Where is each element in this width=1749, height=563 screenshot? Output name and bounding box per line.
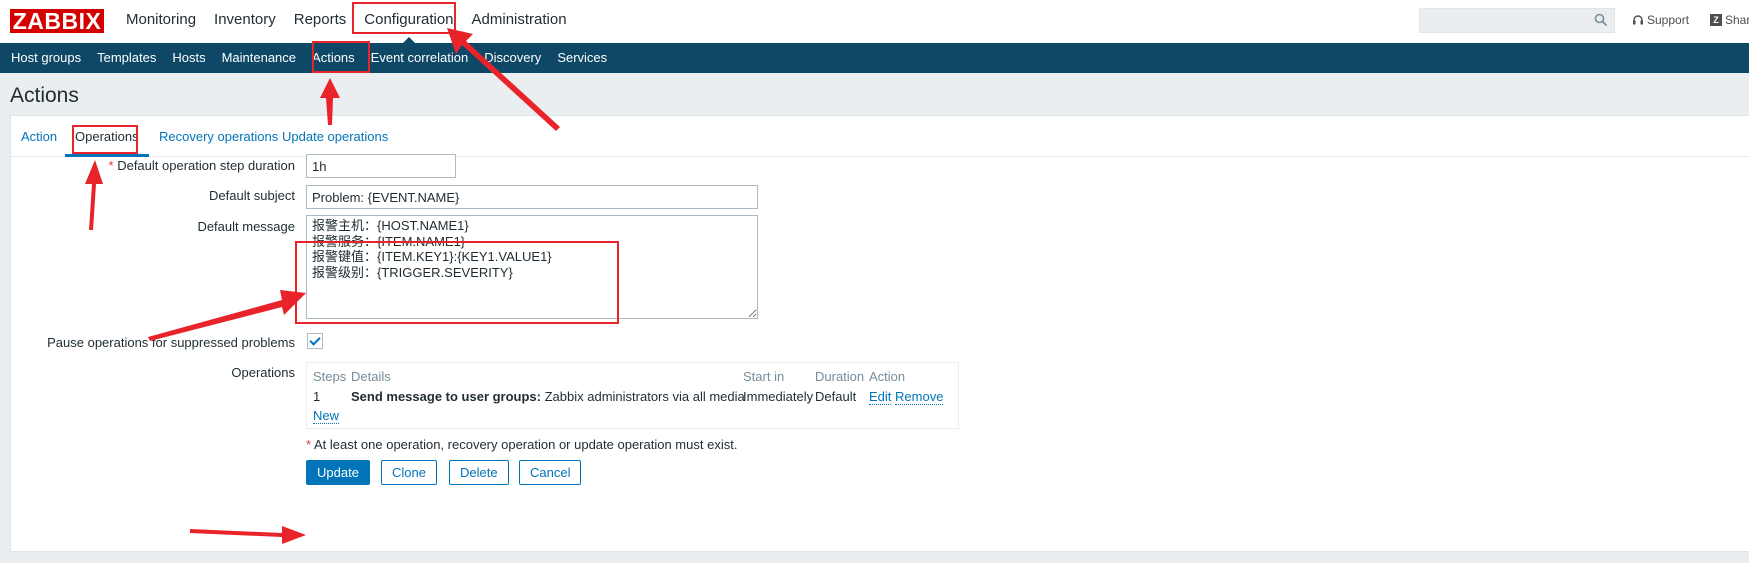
submenu-actions[interactable]: Actions — [304, 43, 363, 73]
op-edit-link[interactable]: Edit — [869, 389, 892, 405]
share-label: Share — [1725, 13, 1749, 27]
menu-monitoring[interactable]: Monitoring — [117, 0, 205, 43]
update-button[interactable]: Update — [306, 460, 370, 485]
step-duration-input[interactable] — [306, 154, 456, 178]
operations-warning: * At least one operation, recovery opera… — [306, 437, 737, 452]
top-nav: ZABBIX Monitoring Inventory Reports Conf… — [0, 0, 1749, 44]
submenu-discovery[interactable]: Discovery — [476, 43, 549, 73]
default-message-label: Default message — [197, 219, 295, 234]
warning-text: At least one operation, recovery operati… — [311, 437, 738, 452]
menu-configuration[interactable]: Configuration — [355, 0, 462, 44]
submenu-event-correlation[interactable]: Event correlation — [363, 43, 477, 73]
tab-action[interactable]: Action — [11, 116, 67, 157]
support-link[interactable]: Support — [1632, 13, 1689, 27]
op-details: Send message to user groups: Zabbix admi… — [351, 389, 745, 404]
op-remove-link[interactable]: Remove — [895, 389, 944, 405]
headset-icon — [1633, 15, 1643, 25]
new-operation: New — [313, 408, 340, 424]
op-step: 1 — [313, 389, 321, 404]
step-duration-label-text: Default operation step duration — [117, 158, 295, 173]
col-duration: Duration — [815, 369, 865, 384]
submenu-templates[interactable]: Templates — [89, 43, 164, 73]
share-link[interactable]: Z Share — [1710, 13, 1749, 27]
op-details-rest: Zabbix administrators via all media — [541, 389, 745, 404]
tab-update-operations[interactable]: Update operations — [272, 116, 398, 157]
search-icon[interactable] — [1594, 13, 1608, 27]
operations-table: Steps Details Start in Duration Action 1… — [306, 362, 959, 429]
op-actions: Edit Remove — [869, 389, 944, 405]
sub-nav: Host groups Templates Hosts Maintenance … — [0, 43, 1749, 73]
page-title: Actions — [10, 84, 79, 107]
action-form-card: Action Operations Recovery operations Up… — [10, 115, 1749, 552]
pause-operations-label: Pause operations for suppressed problems — [47, 335, 295, 350]
col-start-in: Start in — [743, 369, 785, 384]
submenu-services[interactable]: Services — [549, 43, 615, 73]
new-operation-link[interactable]: New — [313, 408, 340, 424]
default-subject-input[interactable] — [306, 185, 758, 209]
operations-label: Operations — [231, 365, 295, 380]
col-action: Action — [869, 369, 906, 384]
support-label: Support — [1647, 13, 1690, 27]
tab-recovery-operations[interactable]: Recovery operations — [149, 116, 288, 157]
zabbix-logo[interactable]: ZABBIX — [10, 9, 104, 33]
submenu-maintenance[interactable]: Maintenance — [214, 43, 304, 73]
step-duration-label: * Default operation step duration — [109, 158, 295, 173]
menu-reports[interactable]: Reports — [285, 0, 356, 43]
tab-bar: Action Operations Recovery operations Up… — [11, 116, 1749, 157]
pause-operations-checkbox[interactable] — [307, 333, 323, 349]
op-start-in: Immediately — [743, 389, 814, 404]
col-details: Details — [351, 369, 391, 384]
main-menu: Monitoring Inventory Reports Configurati… — [117, 0, 576, 44]
required-marker: * — [108, 158, 114, 173]
delete-button[interactable]: Delete — [449, 460, 509, 485]
share-icon: Z — [1710, 14, 1722, 26]
search-input[interactable] — [1419, 8, 1615, 33]
col-steps: Steps — [313, 369, 347, 384]
clone-button[interactable]: Clone — [381, 460, 437, 485]
op-details-bold: Send message to user groups: — [351, 389, 541, 404]
op-duration: Default — [815, 389, 857, 404]
tab-operations[interactable]: Operations — [65, 116, 149, 157]
menu-administration[interactable]: Administration — [463, 0, 576, 43]
menu-inventory[interactable]: Inventory — [205, 0, 285, 43]
cancel-button[interactable]: Cancel — [519, 460, 582, 485]
default-message-textarea[interactable]: 报警主机：{HOST.NAME1} 报警服务：{ITEM.NAME1} 报警键值… — [306, 215, 758, 319]
submenu-host-groups[interactable]: Host groups — [3, 43, 89, 73]
default-subject-label: Default subject — [209, 188, 295, 203]
submenu-hosts[interactable]: Hosts — [164, 43, 213, 73]
